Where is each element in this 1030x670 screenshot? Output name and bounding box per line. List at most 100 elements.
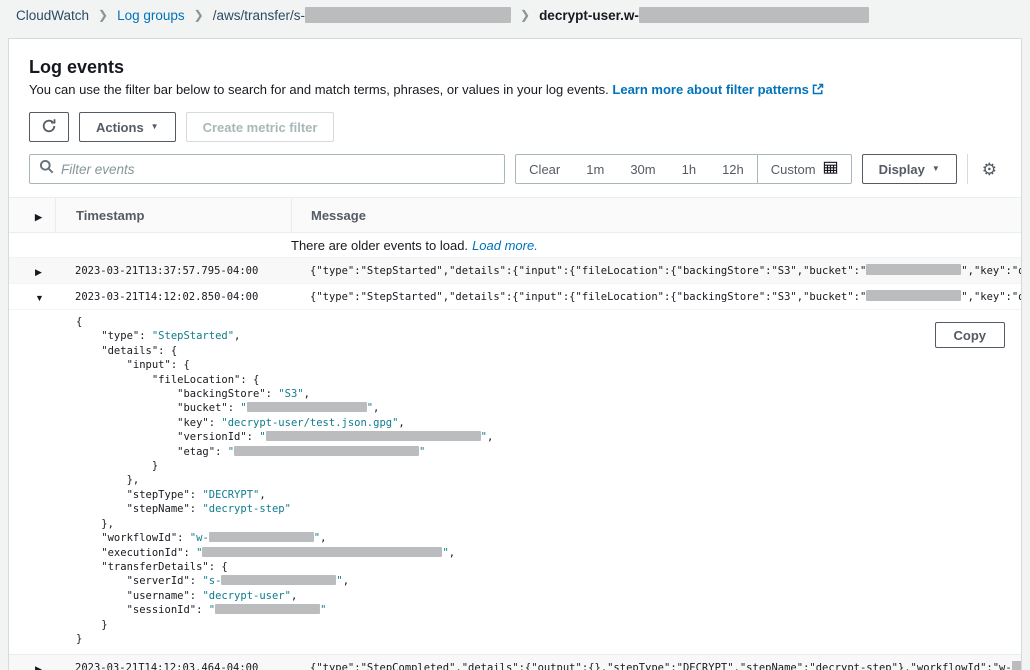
json-line: "etag": "" [76,445,1021,459]
breadcrumb-log-groups[interactable]: Log groups [117,8,185,23]
json-text: ","key":"decry… [961,265,1021,277]
message-cell: {"type":"StepCompleted","details":{"outp… [291,661,1021,670]
json-line: "type": "StepStarted", [76,329,1021,343]
time-range-1h[interactable]: 1h [669,155,709,183]
chevron-right-icon: ❯ [98,8,108,22]
redacted-text [1012,661,1021,670]
gear-icon: ⚙ [982,160,997,179]
json-line: "transferDetails": { [76,560,1021,574]
expand-row-icon[interactable]: ▶ [35,267,42,277]
expand-row-icon[interactable]: ▶ [35,664,42,670]
learn-more-link[interactable]: Learn more about filter patterns [612,82,823,97]
description-text: You can use the filter bar below to sear… [29,82,609,97]
json-value: " [320,604,326,616]
timestamp-cell: 2023-03-21T13:37:57.795-04:00 [55,265,291,277]
json-text: "workflowId": [76,532,190,544]
json-value: "w- [190,532,209,544]
json-text: "stepType": [76,489,202,501]
copy-button[interactable]: Copy [935,322,1006,348]
expand-all-icon[interactable]: ▶ [35,212,42,222]
time-range-30m[interactable]: 30m [617,155,668,183]
json-text: , [304,388,310,400]
log-event-row[interactable]: ▼ 2023-03-21T14:12:02.850-04:00 {"type":"S… [9,284,1021,310]
json-line: "stepType": "DECRYPT", [76,488,1021,502]
breadcrumb: CloudWatch ❯ Log groups ❯ /aws/transfer/… [0,0,1030,30]
json-text: "sessionId": [76,604,209,616]
timestamp-cell: 2023-03-21T14:12:02.850-04:00 [55,291,291,303]
json-value: " [240,402,246,414]
json-line: "backingStore": "S3", [76,387,1021,401]
load-more-link[interactable]: Load more. [472,238,538,253]
event-json: { "type": "StepStarted", "details": { "i… [76,315,1021,646]
preferences-gear-button[interactable]: ⚙ [978,161,1001,178]
redacted-text [247,402,367,412]
log-event-row[interactable]: ▶ 2023-03-21T14:12:03.464-04:00{"type":"S… [9,655,1021,670]
filter-events-searchbox[interactable] [29,154,505,184]
redacted-text [866,290,961,301]
json-text: {"type":"StepStarted","details":{"input"… [310,291,866,303]
learn-more-label: Learn more about filter patterns [612,82,808,97]
redacted-text [234,446,419,456]
json-text: , [259,489,265,501]
log-group-name: /aws/transfer/s- [213,8,305,23]
vertical-divider [967,154,968,184]
redacted-text [639,7,869,23]
breadcrumb-log-stream-name: decrypt-user.w- [539,7,869,23]
toolbar: Actions ▼ Create metric filter [9,100,1021,142]
json-line: "key": "decrypt-user/test.json.gpg", [76,416,1021,430]
json-text: "stepName": [76,503,202,515]
caret-down-icon: ▼ [151,123,159,131]
timestamp-cell: 2023-03-21T14:12:03.464-04:00 [55,662,291,670]
actions-button[interactable]: Actions ▼ [79,112,176,142]
chevron-right-icon: ❯ [520,8,530,22]
json-value: " [419,446,425,458]
time-range-1m[interactable]: 1m [573,155,617,183]
json-text: "bucket": [76,402,240,414]
calendar-icon [823,160,838,178]
json-text: "type": [76,330,152,342]
display-button[interactable]: Display▼ [862,154,957,184]
older-events-text: There are older events to load. [291,238,468,253]
message-column-header: Message [291,198,1021,232]
json-text: "executionId": [76,547,196,559]
json-line: "executionId": "", [76,546,1021,560]
collapse-row-icon[interactable]: ▼ [35,293,44,303]
json-line: { [76,315,1021,329]
json-value: " [259,431,265,443]
json-line: } [76,618,1021,632]
older-events-row: There are older events to load. Load mor… [9,233,1021,258]
json-text: "key": [76,417,221,429]
json-line: "details": { [76,344,1021,358]
refresh-icon [41,118,57,137]
json-line: "sessionId": "" [76,603,1021,617]
json-value: "decrypt-step" [202,503,291,515]
filter-events-input[interactable] [61,162,495,177]
redacted-text [266,431,481,441]
time-range-custom[interactable]: Custom [757,155,851,183]
json-line: "bucket": "", [76,401,1021,415]
log-rows: ▶2023-03-21T13:37:57.795-04:00{"type":"S… [9,258,1021,670]
time-range-clear[interactable]: Clear [516,155,573,183]
json-text: "backingStore": [76,388,278,400]
json-text: , [373,402,379,414]
log-events-panel: Log events You can use the filter bar be… [8,38,1022,670]
refresh-button[interactable] [29,112,69,142]
breadcrumb-cloudwatch[interactable]: CloudWatch [16,8,89,23]
redacted-text [209,532,314,542]
json-line: } [76,632,1021,646]
expanded-event-details: Copy{ "type": "StepStarted", "details": … [9,310,1021,655]
log-event-row[interactable]: ▶ 2023-03-21T13:37:57.795-04:00{"type":"S… [9,258,1021,284]
create-metric-filter-button[interactable]: Create metric filter [186,112,335,142]
json-value: "DECRYPT" [202,489,259,501]
timestamp-column-header: Timestamp [55,198,291,232]
json-line: }, [76,473,1021,487]
message-cell: {"type":"StepStarted","details":{"input"… [291,264,1021,277]
time-range-12h[interactable]: 12h [709,155,757,183]
json-line: "versionId": "", [76,430,1021,444]
json-value: "S3" [278,388,303,400]
json-value: "s- [202,575,221,587]
redacted-text [305,7,511,23]
json-value: "decrypt-user/test.json.gpg" [221,417,398,429]
actions-label: Actions [96,120,144,135]
breadcrumb-log-group-name[interactable]: /aws/transfer/s- [213,7,511,23]
